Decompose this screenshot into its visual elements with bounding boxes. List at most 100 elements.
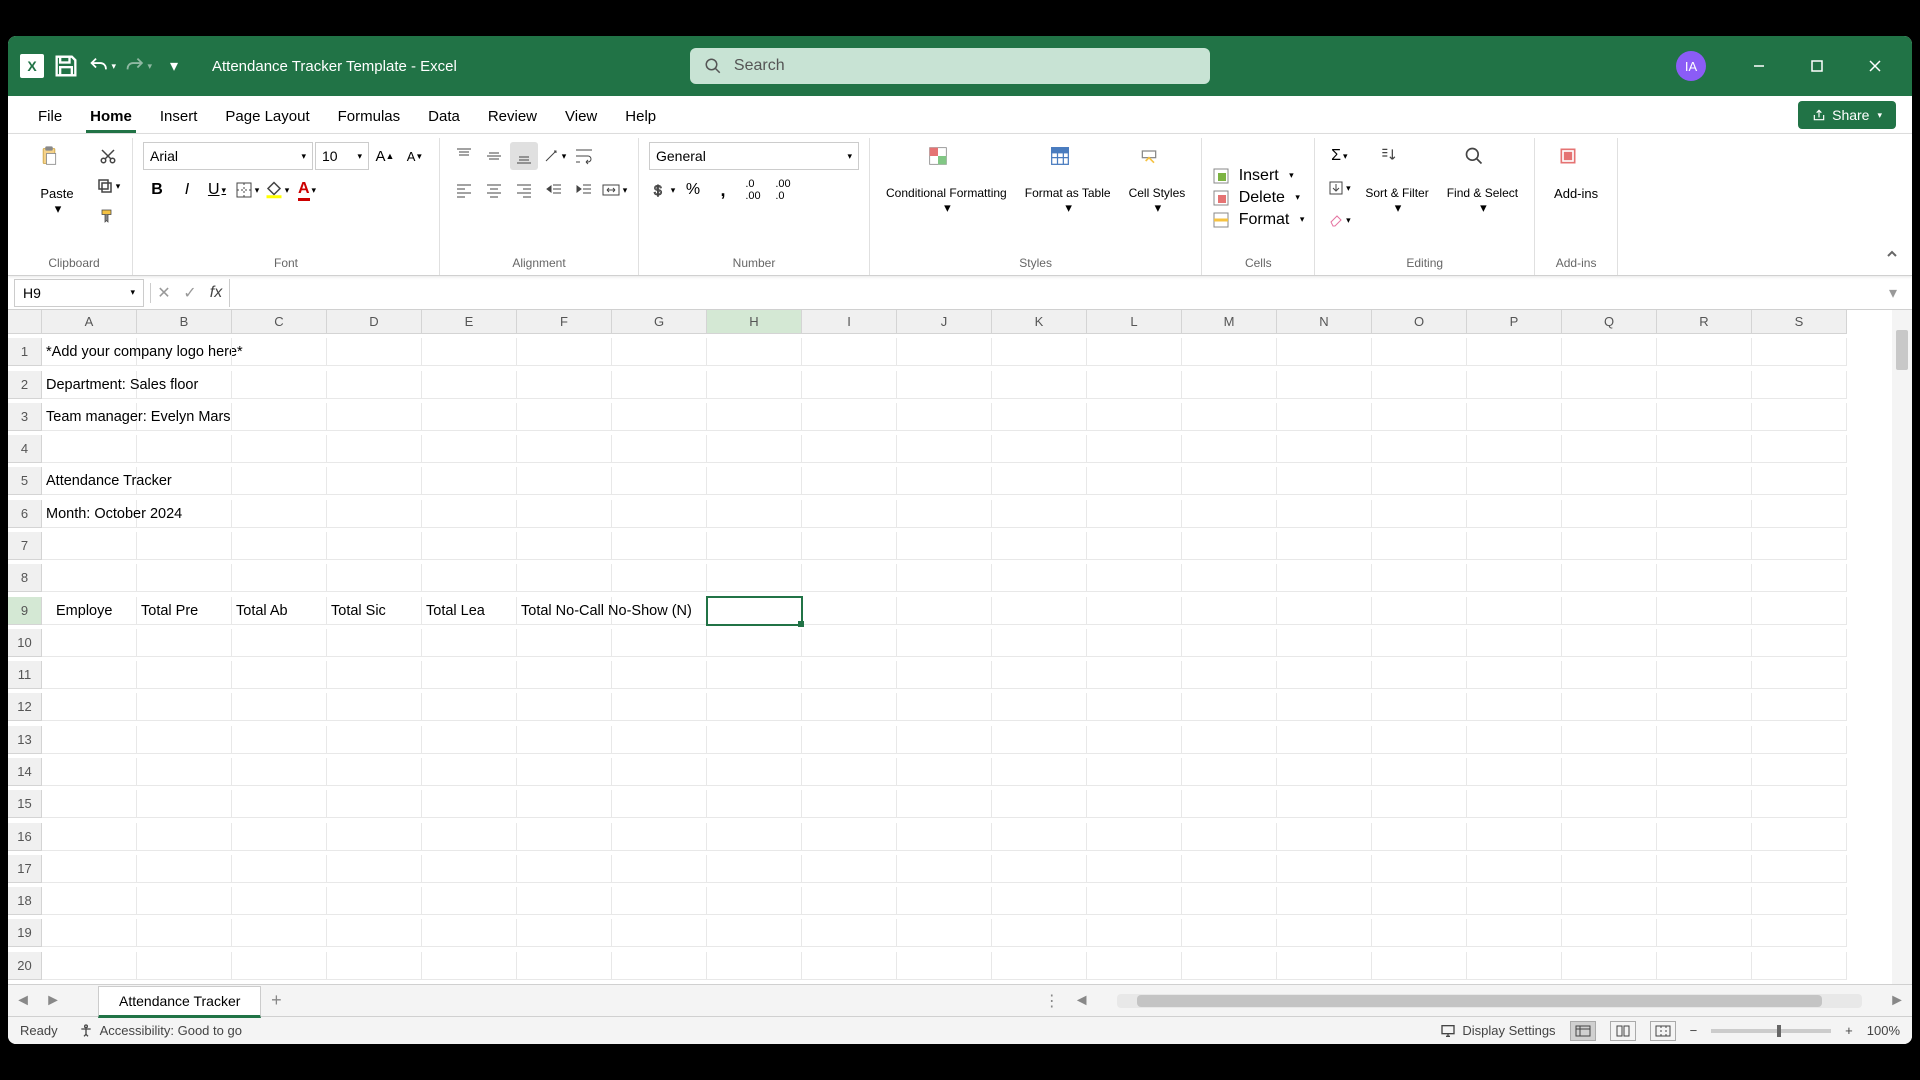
row-header[interactable]: 10 <box>8 629 42 657</box>
cell[interactable] <box>1277 467 1372 495</box>
conditional-formatting-button[interactable]: Conditional Formatting▾ <box>880 142 1013 220</box>
cell[interactable] <box>1277 403 1372 431</box>
cell[interactable] <box>327 403 422 431</box>
cell[interactable] <box>707 467 802 495</box>
redo-icon[interactable]: ▾ <box>124 52 152 80</box>
cell[interactable] <box>422 435 517 463</box>
cell[interactable] <box>802 435 897 463</box>
cell[interactable] <box>42 532 137 560</box>
cell[interactable] <box>897 887 992 915</box>
cell[interactable] <box>1087 435 1182 463</box>
cell[interactable] <box>707 790 802 818</box>
cell[interactable] <box>327 467 422 495</box>
cut-button[interactable] <box>94 142 122 170</box>
cell[interactable] <box>1657 952 1752 980</box>
cell[interactable] <box>1657 790 1752 818</box>
cell[interactable] <box>232 564 327 592</box>
cell[interactable] <box>1087 919 1182 947</box>
cell[interactable] <box>992 855 1087 883</box>
fill-color-button[interactable]: ▾ <box>263 176 291 204</box>
cell[interactable] <box>1277 758 1372 786</box>
undo-icon[interactable]: ▾ <box>88 52 116 80</box>
column-header[interactable]: K <box>992 310 1087 334</box>
cell[interactable] <box>707 435 802 463</box>
cell[interactable] <box>897 661 992 689</box>
cell[interactable] <box>1182 887 1277 915</box>
cell[interactable] <box>1182 564 1277 592</box>
cell[interactable] <box>897 467 992 495</box>
tab-help[interactable]: Help <box>611 100 670 133</box>
cell[interactable] <box>612 693 707 721</box>
cell[interactable] <box>517 338 612 366</box>
number-format-combo[interactable]: General▾ <box>649 142 859 170</box>
cell[interactable] <box>1467 887 1562 915</box>
copy-button[interactable]: ▾ <box>94 172 122 200</box>
cell[interactable] <box>1372 855 1467 883</box>
cell[interactable] <box>422 532 517 560</box>
align-top-button[interactable] <box>450 142 478 170</box>
cell[interactable] <box>802 823 897 851</box>
cell[interactable] <box>232 403 327 431</box>
cell[interactable] <box>1562 887 1657 915</box>
cell[interactable] <box>612 435 707 463</box>
cell[interactable] <box>1467 435 1562 463</box>
format-painter-button[interactable] <box>94 202 122 230</box>
column-header[interactable]: A <box>42 310 137 334</box>
cell[interactable] <box>232 371 327 399</box>
cell[interactable] <box>1752 338 1847 366</box>
cell[interactable] <box>1372 790 1467 818</box>
cell[interactable] <box>992 467 1087 495</box>
cell[interactable] <box>802 500 897 528</box>
cell[interactable] <box>707 855 802 883</box>
cell[interactable] <box>1657 597 1752 625</box>
cell[interactable] <box>327 564 422 592</box>
cell[interactable] <box>1087 823 1182 851</box>
cell[interactable] <box>422 693 517 721</box>
align-right-button[interactable] <box>510 176 538 204</box>
cell[interactable] <box>137 952 232 980</box>
cell[interactable] <box>327 758 422 786</box>
cell[interactable]: Total No-Call No-Show (N) <box>517 597 612 625</box>
cell[interactable] <box>517 855 612 883</box>
expand-formula-bar-button[interactable]: ▾ <box>1880 280 1906 306</box>
cell[interactable] <box>1467 952 1562 980</box>
cell-styles-button[interactable]: Cell Styles▾ <box>1123 142 1192 220</box>
cell[interactable] <box>1087 338 1182 366</box>
cell[interactable] <box>327 952 422 980</box>
bold-button[interactable]: B <box>143 176 171 204</box>
cell[interactable] <box>1467 500 1562 528</box>
column-header[interactable]: G <box>612 310 707 334</box>
cell[interactable] <box>1087 855 1182 883</box>
cell[interactable] <box>422 887 517 915</box>
cell[interactable] <box>1657 823 1752 851</box>
sort-filter-button[interactable]: Sort & Filter▾ <box>1359 142 1434 220</box>
cell[interactable] <box>1372 564 1467 592</box>
cell[interactable] <box>42 919 137 947</box>
cell[interactable] <box>422 758 517 786</box>
cell[interactable] <box>137 467 232 495</box>
name-box[interactable]: H9▾ <box>14 279 144 307</box>
cell[interactable] <box>707 661 802 689</box>
cell[interactable] <box>1752 597 1847 625</box>
cell[interactable] <box>1372 500 1467 528</box>
cell[interactable] <box>137 532 232 560</box>
cell[interactable] <box>802 693 897 721</box>
tab-insert[interactable]: Insert <box>146 100 212 133</box>
font-color-button[interactable]: A▾ <box>293 176 321 204</box>
collapse-ribbon-button[interactable] <box>1884 246 1900 267</box>
cell[interactable] <box>1372 758 1467 786</box>
cell[interactable] <box>802 338 897 366</box>
column-header[interactable]: D <box>327 310 422 334</box>
cell[interactable] <box>327 371 422 399</box>
clear-button[interactable]: ▾ <box>1325 206 1353 234</box>
cell[interactable] <box>897 435 992 463</box>
cell[interactable] <box>992 403 1087 431</box>
cell[interactable] <box>1182 467 1277 495</box>
formula-input[interactable] <box>229 279 1880 307</box>
cell[interactable] <box>992 564 1087 592</box>
cell[interactable] <box>1467 758 1562 786</box>
cell[interactable] <box>137 371 232 399</box>
cell[interactable] <box>232 758 327 786</box>
row-header[interactable]: 7 <box>8 532 42 560</box>
cell[interactable] <box>1182 500 1277 528</box>
